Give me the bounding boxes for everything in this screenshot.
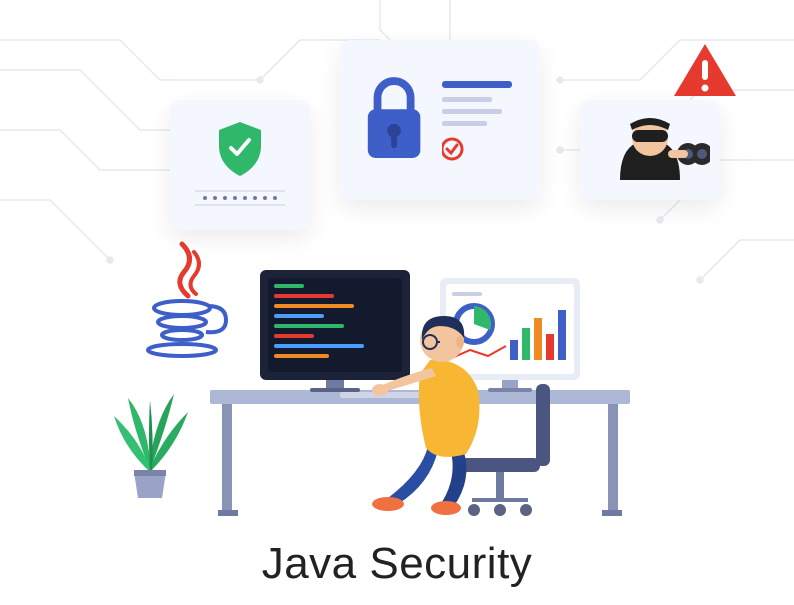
spy-binoculars-icon <box>590 110 710 190</box>
plant-icon <box>100 360 200 500</box>
caption-text: Java Security <box>0 539 794 589</box>
illustration <box>100 20 700 520</box>
password-dots-icon <box>195 190 285 210</box>
lock-form-lines-icon <box>442 75 520 165</box>
popup-spy <box>580 100 720 200</box>
popup-shield-verified <box>170 100 310 230</box>
padlock-icon <box>360 75 428 165</box>
shield-icon <box>215 120 265 178</box>
popup-padlock <box>340 40 540 200</box>
code-monitor-icon <box>260 270 410 392</box>
alert-triangle-icon <box>670 40 740 102</box>
desk-scene <box>140 240 680 520</box>
